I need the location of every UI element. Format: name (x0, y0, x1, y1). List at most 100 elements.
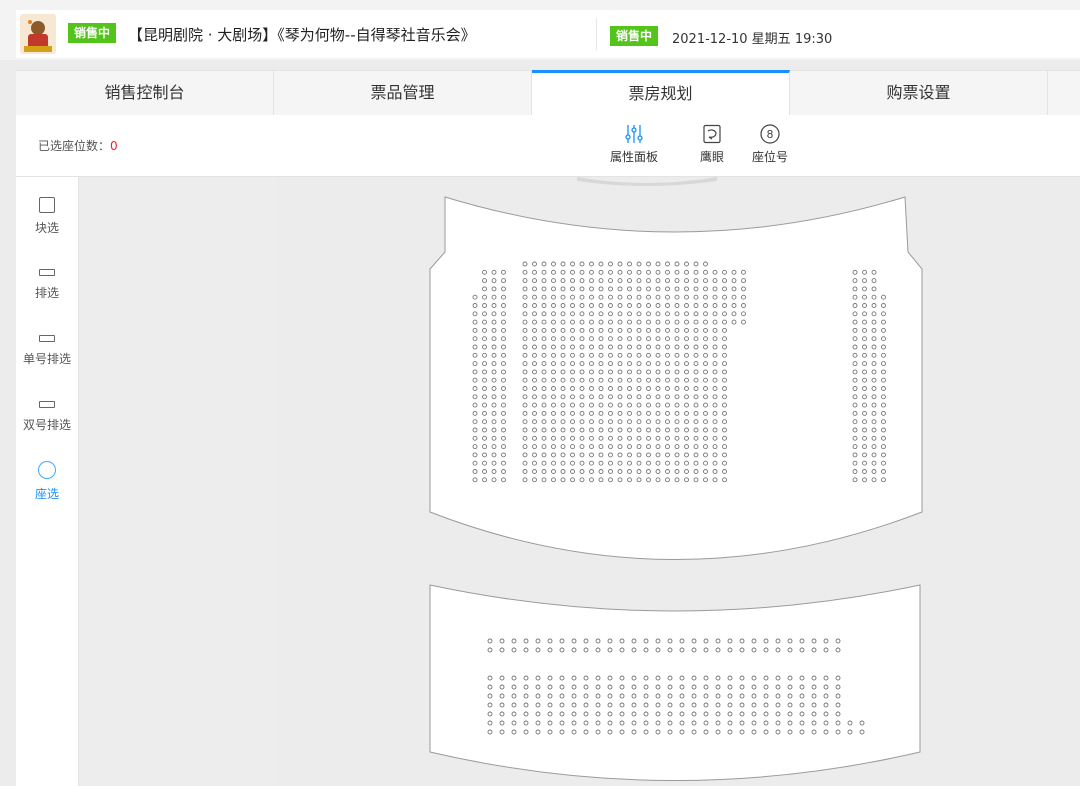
seat[interactable] (499, 729, 505, 735)
seat[interactable] (559, 729, 565, 735)
seat[interactable] (646, 294, 651, 300)
seat[interactable] (472, 444, 478, 450)
seat[interactable] (487, 684, 493, 690)
seat[interactable] (727, 693, 733, 699)
seat[interactable] (617, 303, 623, 308)
seat[interactable] (570, 402, 575, 408)
seat[interactable] (799, 675, 805, 681)
seat[interactable] (646, 419, 651, 425)
seat[interactable] (712, 327, 718, 333)
seat[interactable] (703, 702, 709, 708)
seat[interactable] (589, 311, 594, 317)
seat[interactable] (501, 344, 506, 350)
seat[interactable] (693, 286, 699, 292)
seat[interactable] (617, 278, 623, 284)
seat[interactable] (522, 311, 528, 317)
seat[interactable] (595, 675, 601, 681)
seat[interactable] (862, 419, 867, 425)
seat[interactable] (541, 419, 547, 425)
seat[interactable] (523, 702, 529, 708)
even-row-select-tool[interactable]: 双号排选 (16, 395, 78, 433)
seat[interactable] (472, 410, 478, 416)
seat[interactable] (598, 444, 604, 450)
seat[interactable] (862, 294, 867, 300)
seat[interactable] (871, 336, 877, 342)
seat[interactable] (881, 319, 886, 325)
seat[interactable] (482, 327, 487, 333)
seat[interactable] (627, 394, 632, 400)
seat[interactable] (835, 638, 841, 644)
seat[interactable] (862, 303, 867, 308)
seat[interactable] (712, 427, 718, 433)
seat[interactable] (684, 435, 689, 441)
seat[interactable] (541, 394, 547, 400)
seat[interactable] (570, 477, 575, 483)
seat[interactable] (881, 361, 886, 367)
seat[interactable] (722, 269, 727, 275)
seat[interactable] (617, 261, 623, 267)
seat[interactable] (703, 402, 708, 408)
seat[interactable] (617, 435, 623, 441)
seat[interactable] (847, 729, 853, 735)
seat[interactable] (583, 684, 589, 690)
seat[interactable] (871, 444, 877, 450)
seat[interactable] (703, 361, 708, 367)
seat[interactable] (570, 278, 575, 284)
seat[interactable] (551, 311, 556, 317)
seat[interactable] (835, 720, 841, 726)
seat[interactable] (532, 286, 537, 292)
seat[interactable] (551, 386, 556, 391)
seat[interactable] (579, 286, 585, 292)
seat[interactable] (472, 336, 478, 342)
seat[interactable] (646, 369, 651, 375)
seat[interactable] (541, 369, 547, 375)
seat[interactable] (693, 269, 699, 275)
seat[interactable] (667, 684, 673, 690)
seat[interactable] (522, 377, 528, 383)
seat[interactable] (741, 303, 746, 308)
seat[interactable] (667, 711, 673, 717)
seat[interactable] (881, 294, 886, 300)
seat[interactable] (693, 460, 699, 466)
seat[interactable] (775, 729, 781, 735)
seat[interactable] (852, 327, 858, 333)
seat[interactable] (598, 294, 604, 300)
seat[interactable] (627, 352, 632, 358)
seat[interactable] (511, 684, 517, 690)
seat[interactable] (532, 402, 537, 408)
seat[interactable] (636, 278, 642, 284)
seat[interactable] (787, 693, 793, 699)
seat[interactable] (722, 377, 727, 383)
seat[interactable] (871, 319, 877, 325)
seat[interactable] (598, 311, 604, 317)
seat[interactable] (559, 702, 565, 708)
seat[interactable] (871, 419, 877, 425)
seat[interactable] (535, 647, 541, 653)
seat[interactable] (472, 344, 478, 350)
seat[interactable] (646, 477, 651, 483)
seat[interactable] (643, 638, 649, 644)
seat[interactable] (491, 477, 497, 483)
seat[interactable] (823, 729, 829, 735)
seat[interactable] (559, 711, 565, 717)
seat[interactable] (522, 327, 528, 333)
seat[interactable] (636, 344, 642, 350)
seat[interactable] (871, 386, 877, 391)
seat[interactable] (722, 386, 727, 391)
seat[interactable] (727, 684, 733, 690)
seat[interactable] (881, 394, 886, 400)
seat[interactable] (482, 394, 487, 400)
seat[interactable] (703, 435, 708, 441)
seat[interactable] (646, 336, 651, 342)
seat[interactable] (636, 377, 642, 383)
seat[interactable] (631, 684, 637, 690)
seat[interactable] (547, 675, 553, 681)
seat[interactable] (763, 675, 769, 681)
seat[interactable] (881, 419, 886, 425)
seat[interactable] (551, 294, 556, 300)
seat[interactable] (693, 344, 699, 350)
seat[interactable] (871, 469, 877, 474)
seat[interactable] (608, 435, 613, 441)
seat[interactable] (881, 303, 886, 308)
seat[interactable] (751, 711, 757, 717)
